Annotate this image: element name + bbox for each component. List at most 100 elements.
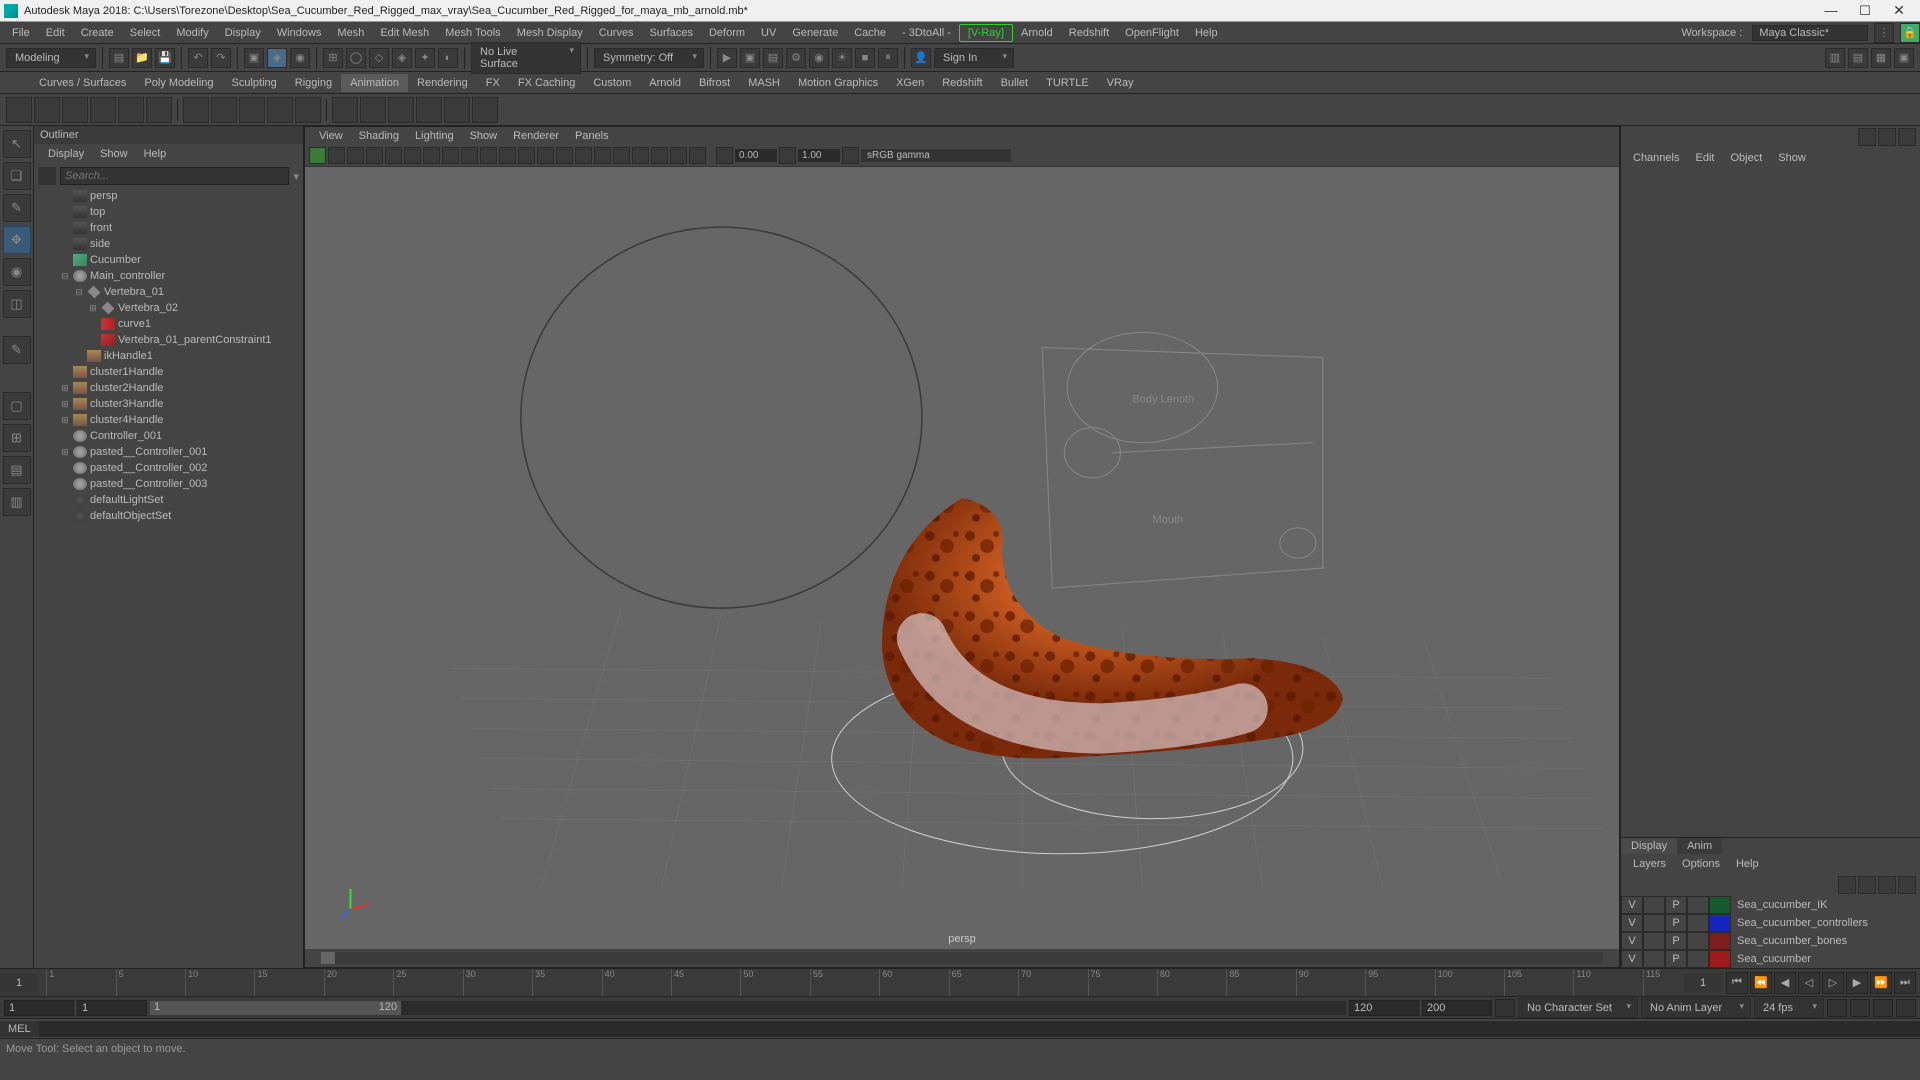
- menu-display[interactable]: Display: [217, 25, 269, 41]
- shelf-constraint2-icon[interactable]: [360, 97, 386, 123]
- shelf-tab-rigging[interactable]: Rigging: [286, 74, 341, 92]
- layer-row[interactable]: VPSea_cucumber_bones: [1621, 932, 1920, 950]
- menu-modify[interactable]: Modify: [168, 25, 216, 41]
- fps-dropdown[interactable]: 24 fps: [1754, 998, 1824, 1018]
- outliner-filter-icon[interactable]: [38, 167, 56, 185]
- autokey-icon[interactable]: [1827, 999, 1847, 1017]
- vp-gate-icon[interactable]: [423, 147, 440, 164]
- cmd-lang-button[interactable]: MEL: [0, 1021, 39, 1037]
- prefs-icon[interactable]: [1850, 999, 1870, 1017]
- step-back-icon[interactable]: ◀: [1774, 972, 1796, 994]
- cb-menu-edit[interactable]: Edit: [1687, 150, 1722, 166]
- goto-end-icon[interactable]: ⏭: [1894, 972, 1916, 994]
- menu-meshdisplay[interactable]: Mesh Display: [509, 25, 591, 41]
- shelf-constraint1-icon[interactable]: [332, 97, 358, 123]
- outliner-item[interactable]: ⊟Vertebra_01: [34, 284, 299, 300]
- snap-plane-icon[interactable]: ◈: [392, 48, 412, 68]
- anim-start-input[interactable]: [77, 1000, 147, 1016]
- layer-tab-anim[interactable]: Anim: [1677, 838, 1722, 854]
- outliner-item[interactable]: defaultObjectSet: [34, 508, 299, 524]
- current-frame-start[interactable]: 1: [0, 974, 38, 992]
- outliner-menu-help[interactable]: Help: [136, 146, 175, 162]
- menu-select[interactable]: Select: [122, 25, 169, 41]
- outliner-item[interactable]: pasted__Controller_003: [34, 476, 299, 492]
- viewport-hscroll[interactable]: [321, 952, 1603, 964]
- menu-windows[interactable]: Windows: [269, 25, 330, 41]
- cb-menu-object[interactable]: Object: [1722, 150, 1770, 166]
- snap-live-icon[interactable]: ✦: [415, 48, 435, 68]
- vp-smooth-icon[interactable]: [499, 147, 516, 164]
- search-dropdown-icon[interactable]: ▾: [293, 170, 299, 183]
- menu-curves[interactable]: Curves: [591, 25, 642, 41]
- workspace-dropdown[interactable]: Maya Classic*: [1752, 25, 1868, 41]
- menu-cache[interactable]: Cache: [846, 25, 894, 41]
- pause-icon[interactable]: ⏸: [878, 48, 898, 68]
- vp-xray-icon[interactable]: [594, 147, 611, 164]
- vp-img-plane-icon[interactable]: [347, 147, 364, 164]
- vp-view-transform-icon[interactable]: [842, 147, 859, 164]
- layer-down-icon[interactable]: [1858, 876, 1876, 894]
- shelf-tab-bullet[interactable]: Bullet: [992, 74, 1038, 92]
- shelf-tab-redshift[interactable]: Redshift: [933, 74, 991, 92]
- menu-deform[interactable]: Deform: [701, 25, 753, 41]
- light-editor-icon[interactable]: ☀: [832, 48, 852, 68]
- outliner-item[interactable]: Cucumber: [34, 252, 299, 268]
- layout-persp-icon[interactable]: ▥: [3, 488, 31, 516]
- vp-exposure-icon[interactable]: [716, 147, 733, 164]
- outliner-search-input[interactable]: [60, 167, 289, 185]
- vp-dof-icon[interactable]: [689, 147, 706, 164]
- menu-surfaces[interactable]: Surfaces: [642, 25, 701, 41]
- select-object-icon[interactable]: ◈: [267, 48, 287, 68]
- shelf-tab-custom[interactable]: Custom: [584, 74, 640, 92]
- hypershade-icon[interactable]: ◉: [809, 48, 829, 68]
- step-back-key-icon[interactable]: ⏪: [1750, 972, 1772, 994]
- symmetry-dropdown[interactable]: Symmetry: Off: [594, 48, 704, 68]
- range-track[interactable]: 1120: [150, 1001, 1346, 1015]
- vp-bookmark-icon[interactable]: [328, 147, 345, 164]
- shelf-tab-turtle[interactable]: TURTLE: [1037, 74, 1098, 92]
- vp-gamma-field[interactable]: 1.00: [798, 149, 840, 162]
- move-tool-icon[interactable]: ✥: [3, 226, 31, 254]
- shelf-setkey2-icon[interactable]: [211, 97, 237, 123]
- layout-outliner-icon[interactable]: ▤: [3, 456, 31, 484]
- vp-colorspace-dropdown[interactable]: sRGB gamma: [861, 149, 1011, 162]
- snap-point-icon[interactable]: ◇: [369, 48, 389, 68]
- step-fwd-key-icon[interactable]: ⏩: [1870, 972, 1892, 994]
- vp-ao-icon[interactable]: [632, 147, 649, 164]
- signin-dropdown[interactable]: Sign In: [934, 48, 1014, 68]
- outliner-item[interactable]: defaultLightSet: [34, 492, 299, 508]
- animlayer-dropdown[interactable]: No Anim Layer: [1641, 998, 1751, 1018]
- shelf-constraint6-icon[interactable]: [472, 97, 498, 123]
- cb-menu-show[interactable]: Show: [1770, 150, 1814, 166]
- menu-generate[interactable]: Generate: [784, 25, 846, 41]
- vp-light-icon[interactable]: [537, 147, 554, 164]
- vp-res-icon[interactable]: [442, 147, 459, 164]
- undo-icon[interactable]: ↶: [188, 48, 208, 68]
- shelf-tab-rendering[interactable]: Rendering: [408, 74, 477, 92]
- playblast-icon[interactable]: ■: [855, 48, 875, 68]
- script-icon[interactable]: [1873, 999, 1893, 1017]
- viewport-canvas[interactable]: Body Lenoth Mouth: [305, 167, 1619, 949]
- menu-redshift[interactable]: Redshift: [1061, 25, 1117, 41]
- outliner-item[interactable]: ⊞pasted__Controller_001: [34, 444, 299, 460]
- workspace-option-icon[interactable]: ⋮: [1874, 23, 1894, 43]
- shelf-bake-icon[interactable]: [146, 97, 172, 123]
- layer-up-icon[interactable]: [1838, 876, 1856, 894]
- lasso-tool-icon[interactable]: ❏: [3, 162, 31, 190]
- outliner-item[interactable]: Controller_001: [34, 428, 299, 444]
- outliner-item[interactable]: ⊞Vertebra_02: [34, 300, 299, 316]
- shelf-control-icon[interactable]: [6, 97, 32, 123]
- menu-uv[interactable]: UV: [753, 25, 784, 41]
- vp-menu-panels[interactable]: Panels: [567, 129, 617, 143]
- layout-four-icon[interactable]: ⊞: [3, 424, 31, 452]
- close-button[interactable]: ✕: [1882, 1, 1916, 21]
- cb-icon-2[interactable]: [1878, 128, 1896, 146]
- current-frame-end[interactable]: 1: [1684, 974, 1722, 992]
- vp-wire-icon[interactable]: [480, 147, 497, 164]
- shelf-key-icon[interactable]: [118, 97, 144, 123]
- outliner-item[interactable]: ⊞cluster3Handle: [34, 396, 299, 412]
- outliner-item[interactable]: ⊟Main_controller: [34, 268, 299, 284]
- shelf-setkey4-icon[interactable]: [267, 97, 293, 123]
- menu-create[interactable]: Create: [73, 25, 122, 41]
- outliner-tree[interactable]: persptopfrontsideCucumber⊟Main_controlle…: [34, 188, 303, 968]
